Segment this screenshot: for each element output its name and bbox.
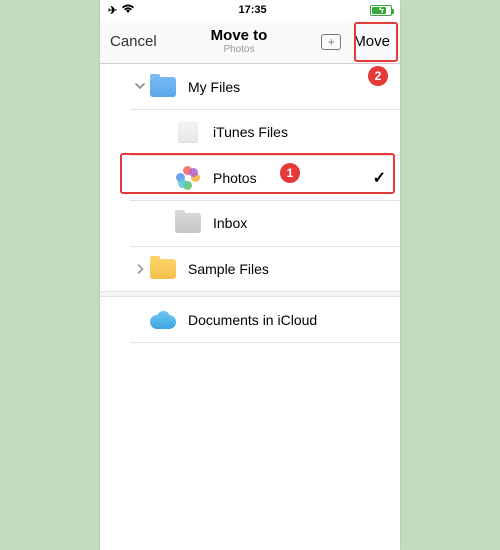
cancel-button[interactable]: Cancel: [110, 33, 157, 50]
nav-title: Move to: [157, 28, 322, 45]
photos-icon: [175, 165, 201, 191]
folder-icon: [150, 256, 176, 282]
row-my-files[interactable]: My Files: [100, 64, 400, 109]
row-icloud[interactable]: · Documents in iCloud: [100, 297, 400, 342]
nav-bar: Cancel Move to Photos + Move: [100, 20, 400, 64]
nav-subtitle: Photos: [157, 44, 322, 55]
battery-icon: ϟ: [370, 5, 392, 16]
row-photos[interactable]: · Photos ✓: [100, 155, 400, 200]
wifi-icon: [121, 4, 135, 17]
new-folder-button[interactable]: +: [321, 34, 341, 50]
folder-icon: [150, 74, 176, 100]
plus-icon: +: [328, 36, 335, 48]
row-label: Inbox: [213, 215, 386, 231]
checkmark-icon: ✓: [373, 168, 386, 188]
row-label: Documents in iCloud: [188, 312, 386, 328]
airplane-mode-icon: ✈: [108, 4, 117, 17]
row-label: iTunes Files: [213, 124, 386, 140]
folder-icon: [175, 210, 201, 236]
cloud-icon: [150, 307, 176, 333]
folder-list: My Files · iTunes Files · Photos ✓ · Inb…: [100, 64, 400, 349]
row-sample-files[interactable]: Sample Files: [100, 246, 400, 291]
row-itunes-files[interactable]: · iTunes Files: [100, 110, 400, 155]
row-label: My Files: [188, 79, 386, 95]
status-time: 17:35: [239, 4, 267, 16]
chevron-right-icon[interactable]: [130, 264, 150, 274]
row-inbox[interactable]: · Inbox: [100, 201, 400, 246]
phone-frame: ✈ 17:35 ϟ Cancel Move to Photos + Move: [100, 0, 400, 550]
row-label: Photos: [213, 170, 373, 186]
row-label: Sample Files: [188, 261, 386, 277]
chevron-down-icon[interactable]: [130, 83, 150, 90]
status-bar: ✈ 17:35 ϟ: [100, 0, 400, 20]
move-button[interactable]: Move: [353, 33, 390, 50]
itunes-icon: [175, 119, 201, 145]
